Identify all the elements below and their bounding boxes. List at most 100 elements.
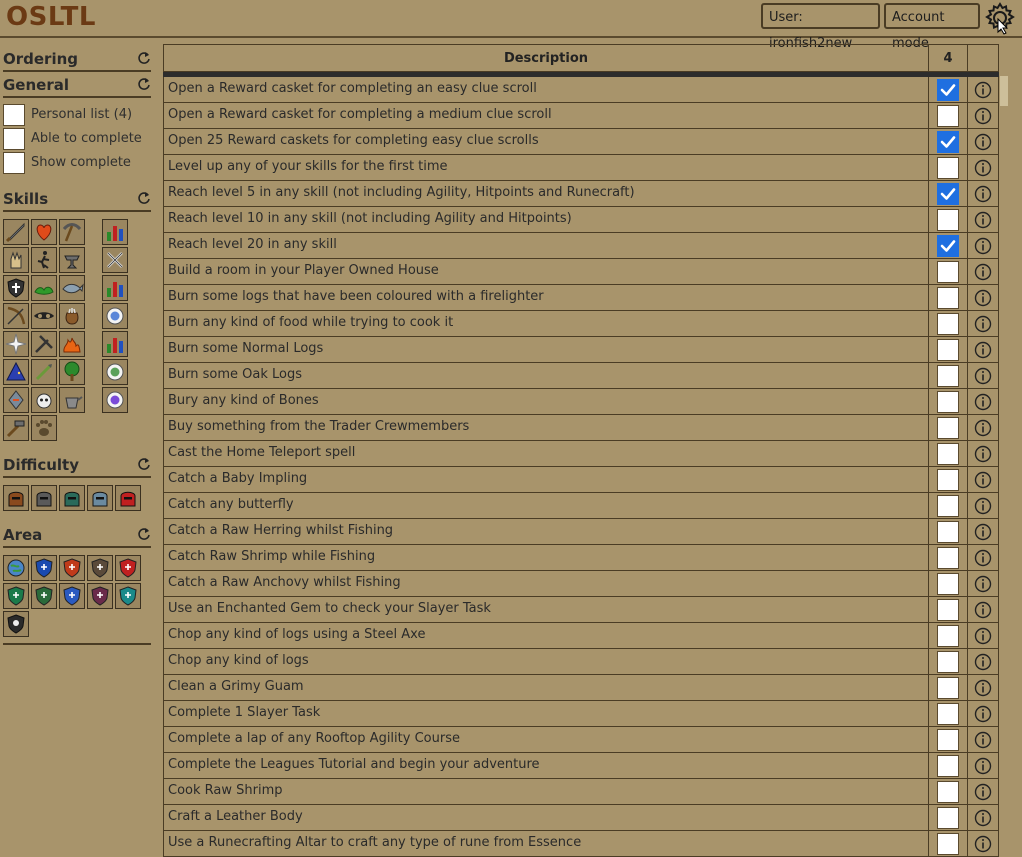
morytania-area-icon[interactable] [3,583,29,609]
complete-checkbox[interactable] [937,651,959,673]
info-icon[interactable] [974,731,992,749]
attack-icon[interactable] [3,219,29,245]
asgarnia-area-icon[interactable] [87,555,113,581]
purple-orb-icon[interactable] [102,387,128,413]
column-count[interactable]: 4 [929,45,968,73]
desert-area-icon[interactable] [87,583,113,609]
complete-checkbox[interactable] [937,313,959,335]
complete-checkbox[interactable] [937,183,959,205]
complete-checkbox[interactable] [937,729,959,751]
complete-checkbox[interactable] [937,625,959,647]
complete-checkbox[interactable] [937,521,959,543]
complete-checkbox[interactable] [937,365,959,387]
prayer-icon[interactable] [3,331,29,357]
complete-checkbox[interactable] [937,547,959,569]
smithing-icon[interactable] [59,247,85,273]
complete-checkbox[interactable] [937,79,959,101]
info-icon[interactable] [974,315,992,333]
total-level-icon[interactable] [102,275,128,301]
info-icon[interactable] [974,289,992,307]
info-icon[interactable] [974,81,992,99]
complete-checkbox[interactable] [937,157,959,179]
mining-icon[interactable] [59,219,85,245]
hunter-icon[interactable] [31,415,57,441]
kourend-area-icon[interactable] [115,583,141,609]
info-icon[interactable] [974,809,992,827]
complete-checkbox[interactable] [937,599,959,621]
combat-icon[interactable] [102,247,128,273]
info-icon[interactable] [974,159,992,177]
info-icon[interactable] [974,341,992,359]
complete-checkbox[interactable] [937,105,959,127]
complete-checkbox[interactable] [937,807,959,829]
info-icon[interactable] [974,783,992,801]
quest-point-orb-icon[interactable] [102,303,128,329]
cooking-icon[interactable] [59,303,85,329]
construction-icon[interactable] [3,415,29,441]
complete-checkbox[interactable] [937,391,959,413]
fishing-icon[interactable] [59,275,85,301]
general-area-icon[interactable] [3,555,29,581]
info-icon[interactable] [974,575,992,593]
info-icon[interactable] [974,549,992,567]
info-icon[interactable] [974,185,992,203]
strength-icon[interactable] [3,247,29,273]
info-icon[interactable] [974,523,992,541]
hard-helm-icon[interactable] [59,485,85,511]
complete-checkbox[interactable] [937,833,959,855]
medium-helm-icon[interactable] [31,485,57,511]
info-icon[interactable] [974,757,992,775]
magic-icon[interactable] [3,359,29,385]
refresh-icon[interactable] [137,526,151,540]
crafting-icon[interactable] [31,331,57,357]
easy-helm-icon[interactable] [3,485,29,511]
info-icon[interactable] [974,107,992,125]
info-icon[interactable] [974,471,992,489]
complete-checkbox[interactable] [937,781,959,803]
info-icon[interactable] [974,237,992,255]
complete-checkbox[interactable] [937,703,959,725]
kandarin-area-icon[interactable] [115,555,141,581]
misthalin-area-icon[interactable] [31,555,57,581]
total-level-icon[interactable] [102,331,128,357]
firemaking-icon[interactable] [59,331,85,357]
complete-checkbox[interactable] [937,235,959,257]
complete-checkbox[interactable] [937,339,959,361]
checkbox[interactable] [3,128,25,150]
info-icon[interactable] [974,133,992,151]
scrollbar-thumb[interactable] [1000,76,1008,106]
thieving-icon[interactable] [31,303,57,329]
complete-checkbox[interactable] [937,677,959,699]
agility-icon[interactable] [31,247,57,273]
checkbox[interactable] [3,104,25,126]
info-icon[interactable] [974,263,992,281]
master-helm-icon[interactable] [115,485,141,511]
info-icon[interactable] [974,835,992,853]
slayer-icon[interactable] [31,387,57,413]
karamja-area-icon[interactable] [59,555,85,581]
info-icon[interactable] [974,367,992,385]
checkbox[interactable] [3,152,25,174]
complete-checkbox[interactable] [937,495,959,517]
tirannwn-area-icon[interactable] [31,583,57,609]
farming-icon[interactable] [59,387,85,413]
runecraft-icon[interactable] [3,387,29,413]
hitpoints-icon[interactable] [31,219,57,245]
user-button[interactable]: User: ironfish2new [761,3,880,51]
column-description[interactable]: Description [164,45,929,73]
info-icon[interactable] [974,445,992,463]
fletching-icon[interactable] [31,359,57,385]
refresh-icon[interactable] [137,190,151,204]
complete-checkbox[interactable] [937,443,959,465]
gear-icon[interactable] [983,1,1017,35]
complete-checkbox[interactable] [937,131,959,153]
elite-helm-icon[interactable] [87,485,113,511]
wilderness-area-icon[interactable] [3,611,29,637]
herblore-icon[interactable] [31,275,57,301]
complete-checkbox[interactable] [937,287,959,309]
refresh-icon[interactable] [137,456,151,470]
info-icon[interactable] [974,211,992,229]
green-orb-icon[interactable] [102,359,128,385]
complete-checkbox[interactable] [937,573,959,595]
info-icon[interactable] [974,419,992,437]
